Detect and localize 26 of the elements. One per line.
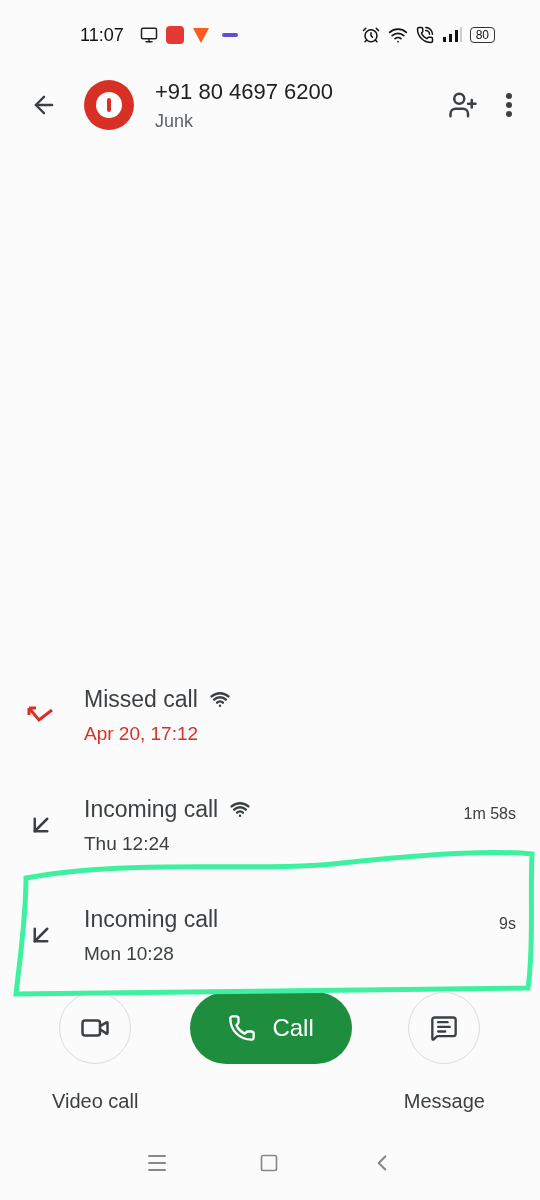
alarm-icon (361, 26, 380, 44)
battery-indicator: 80 (469, 27, 495, 43)
call-type: Incoming call (84, 794, 219, 824)
wifi-calling-icon (415, 26, 434, 44)
call-time: Mon 10:28 (84, 942, 175, 966)
call-type: Missed call (84, 684, 198, 714)
home-icon[interactable] (259, 1152, 279, 1173)
call-button[interactable]: Call (190, 992, 353, 1064)
signal-icon (441, 27, 462, 43)
call-duration: 9s (499, 914, 516, 934)
video-call-label: Video call (52, 1089, 139, 1114)
call-type: Incoming call (84, 904, 219, 934)
message-icon (430, 1014, 459, 1042)
phone-icon (228, 1014, 257, 1042)
message-label: Message (403, 1089, 485, 1114)
more-icon (506, 93, 512, 117)
clock-time: 11:07 (80, 23, 124, 47)
add-person-icon (448, 90, 478, 120)
spam-alert-icon (84, 80, 134, 130)
call-time: Thu 12:24 (84, 832, 171, 856)
call-time: Apr 20, 17:12 (84, 722, 200, 746)
contact-label: Junk (155, 110, 195, 133)
contact-number: +91 80 4697 6200 (155, 78, 334, 106)
screen-icon (139, 26, 158, 44)
wifi-icon (387, 25, 408, 45)
call-duration: 1m 58s (463, 804, 516, 824)
